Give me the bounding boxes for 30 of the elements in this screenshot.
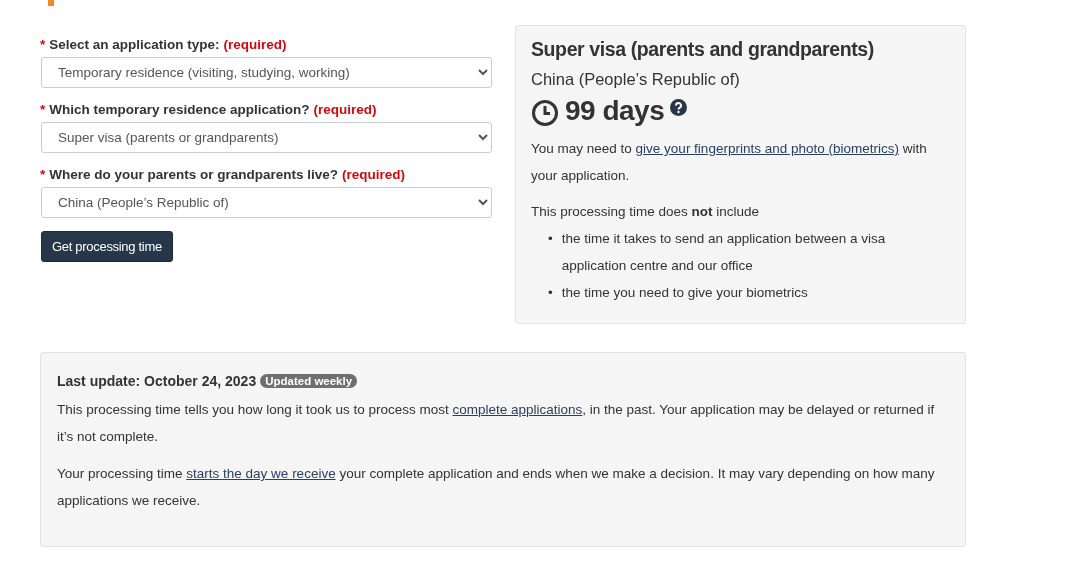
field-label: Select an application type: [49,37,220,52]
dropdown[interactable]: Temporary residence (visiting, studying, working) [41,57,492,88]
get-processing-time-button[interactable]: Get processing time [41,231,173,262]
dropdown[interactable]: Super visa (parents or grandparents) [41,122,492,153]
info-paragraph: This processing time tells you how long it took us to process most complete applications, in the past. Your application may be delayed or returned if it’s not complete. [57,401,936,446]
required-label: (required) [223,37,287,52]
last-update-label: Last update: October 24, 2023 [57,373,257,389]
biometrics-link[interactable]: give your fingerprints and photo (biometrics) [635,141,899,156]
info-paragraph: Your processing time starts the day we receive your complete application and ends when we make a decision. It may vary depending on how many applications we receive. [57,465,936,510]
result-title: Super visa (parents and grandparents) [531,38,875,61]
field-label: Where do your parents or grandparents live? [49,167,339,182]
biometrics-note: You may need to give your fingerprints and photo (biometrics) with your application. [531,140,928,185]
accent-bar [48,0,54,6]
help-icon[interactable] [670,99,688,116]
country-text: China (People’s Republic of) [531,70,741,89]
bullet: • [548,284,553,302]
required-label: (required) [342,167,406,182]
field-label: Which temporary residence application? [49,102,310,117]
exclusion-item: the time you need to give your biometrics [561,284,808,302]
exclusions-intro: This processing time does not include [531,203,761,221]
bullet: • [548,230,553,248]
required-marker: * [40,167,46,182]
clock-icon [531,99,559,127]
required-marker: * [40,102,46,117]
info-link[interactable]: starts the day we receive [186,466,336,481]
updated-badge: Updated weekly [260,374,358,388]
processing-time: 99 days [565,95,665,127]
required-marker: * [40,37,46,52]
dropdown[interactable]: China (People’s Republic of) [41,187,492,218]
required-label: (required) [313,102,377,117]
